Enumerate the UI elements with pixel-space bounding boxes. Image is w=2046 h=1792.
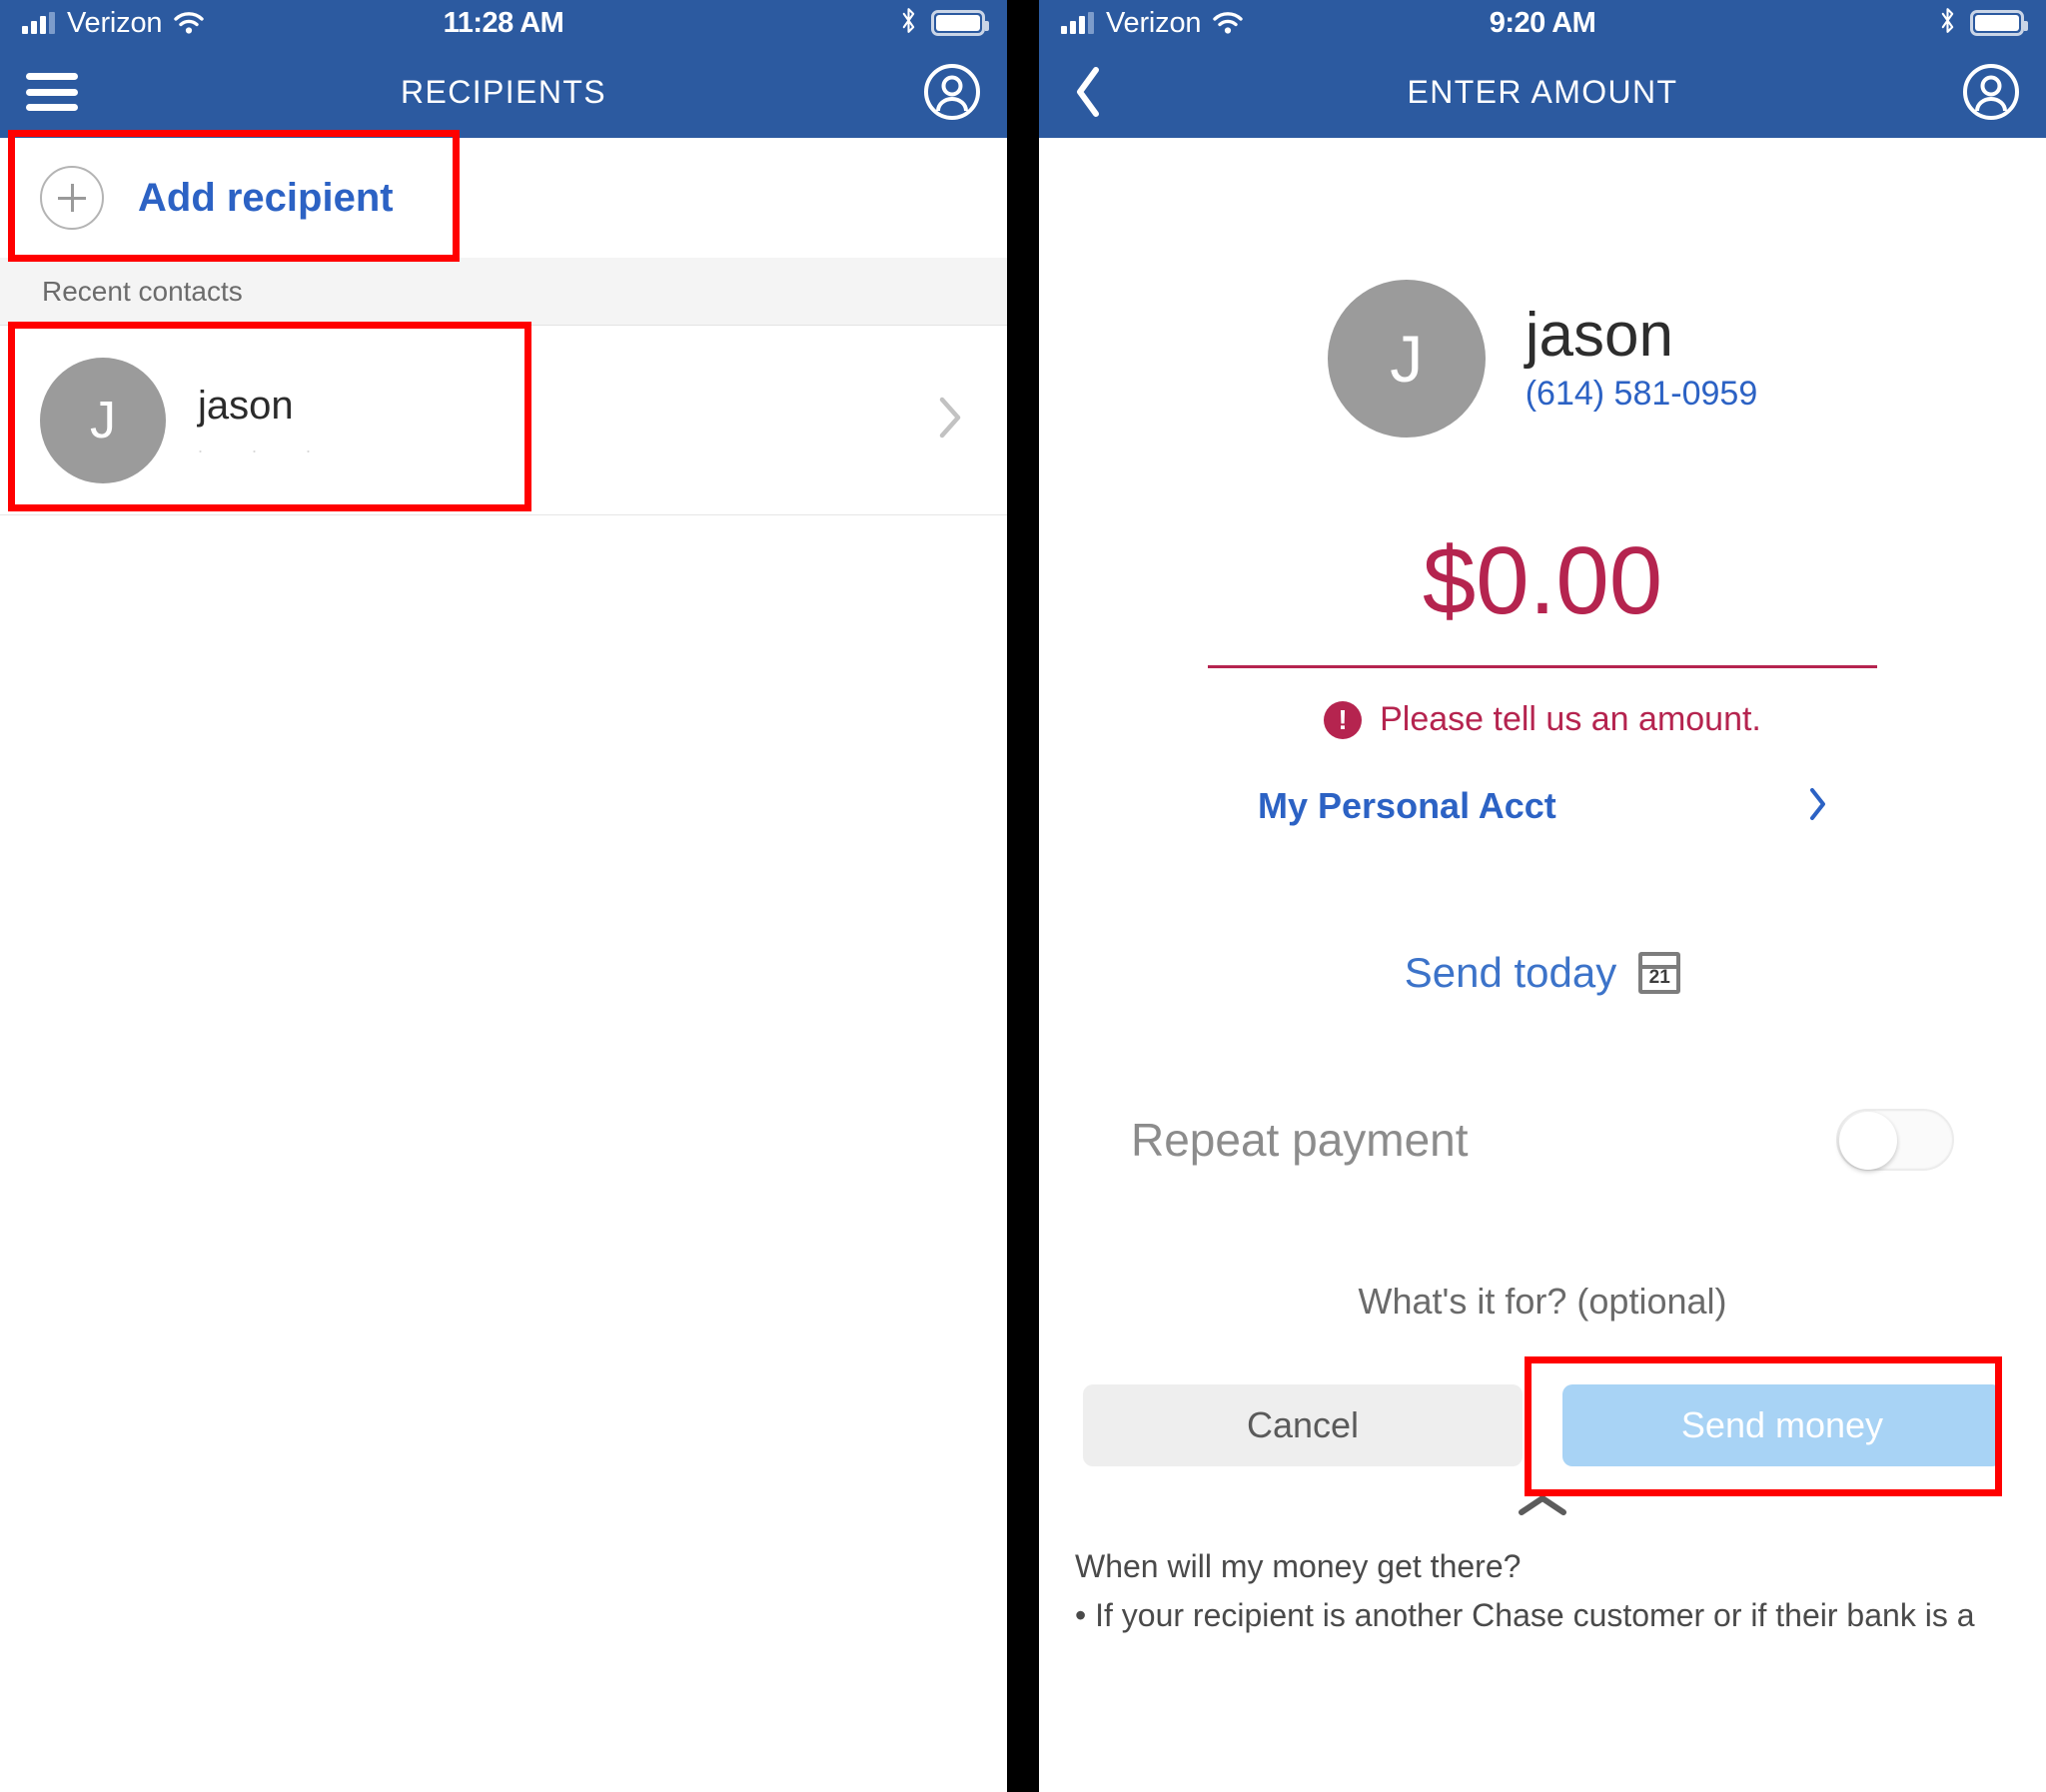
amount-underline	[1208, 665, 1877, 668]
amount-input[interactable]: $0.00	[1039, 533, 2046, 629]
wifi-icon	[1213, 12, 1244, 34]
repeat-payment-toggle[interactable]	[1836, 1109, 1954, 1171]
right-phone-screen: Verizon 9:20 AM ENTER AMOUNT J jason (61…	[1039, 0, 2046, 1792]
repeat-payment-row: Repeat payment	[1131, 1109, 1954, 1171]
carrier-label: Verizon	[1106, 6, 1202, 39]
wifi-icon	[174, 12, 205, 34]
bluetooth-icon	[1939, 7, 1956, 39]
bluetooth-icon	[900, 7, 917, 39]
error-text: Please tell us an amount.	[1380, 700, 1761, 738]
payee-name: jason	[1525, 300, 1673, 370]
contacts-list: J jason . . .	[0, 322, 1007, 515]
add-recipient-label: Add recipient	[138, 175, 394, 220]
plus-circle-icon	[40, 166, 104, 230]
contact-subtitle: . . .	[198, 436, 334, 456]
exclamation-circle-icon: !	[1324, 700, 1363, 739]
page-title: ENTER AMOUNT	[1407, 73, 1678, 110]
contact-meta: jason . . .	[198, 384, 333, 457]
recent-contacts-label: Recent contacts	[42, 275, 243, 307]
memo-input[interactable]: What's it for? (optional)	[1039, 1281, 2046, 1323]
left-nav-bar: RECIPIENTS	[0, 46, 1007, 138]
send-money-button[interactable]: Send money	[1562, 1384, 2002, 1466]
cellular-signal-icon	[1061, 12, 1094, 34]
hamburger-menu-icon[interactable]	[26, 73, 78, 111]
chevron-up-icon[interactable]	[1517, 1492, 1568, 1518]
table-row[interactable]: J jason . . .	[0, 326, 1007, 515]
carrier-label: Verizon	[67, 6, 163, 39]
avatar: J	[1327, 280, 1486, 438]
account-label: My Personal Acct	[1258, 785, 1556, 826]
add-recipient-section: Add recipient	[0, 130, 1007, 262]
status-right-group	[900, 7, 989, 39]
battery-full-icon	[931, 10, 989, 36]
recent-contacts-header: Recent contacts	[0, 258, 1007, 326]
send-date-label: Send today	[1404, 949, 1617, 996]
right-status-bar: Verizon 9:20 AM	[1039, 0, 2046, 46]
send-date-selector[interactable]: Send today 21	[1039, 949, 2046, 997]
chevron-right-icon	[937, 396, 963, 445]
payee-summary: J jason (614) 581-0959	[1039, 138, 2046, 438]
enter-amount-body: J jason (614) 581-0959 $0.00 ! Please te…	[1039, 138, 2046, 1792]
user-profile-icon[interactable]	[923, 63, 981, 121]
footer-bullet: • If your recipient is another Chase cus…	[1075, 1597, 1975, 1633]
contact-name: jason	[198, 383, 294, 428]
footer-help-text: When will my money get there? • If your …	[1039, 1518, 2046, 1634]
dual-screenshot-container: Verizon 11:28 AM RECIPIENTS Add recipien…	[0, 0, 2046, 1792]
calendar-day-number: 21	[1648, 967, 1670, 988]
battery-full-icon	[1970, 10, 2028, 36]
left-status-bar: Verizon 11:28 AM	[0, 0, 1007, 46]
footer-question: When will my money get there?	[1075, 1548, 1522, 1584]
status-left-group: Verizon	[1061, 6, 1244, 40]
toggle-knob	[1839, 1112, 1897, 1170]
user-profile-icon[interactable]	[1962, 63, 2020, 121]
cancel-button[interactable]: Cancel	[1083, 1384, 1523, 1466]
left-phone-screen: Verizon 11:28 AM RECIPIENTS Add recipien…	[0, 0, 1007, 1792]
add-recipient-button[interactable]: Add recipient	[0, 138, 1007, 258]
calendar-icon: 21	[1638, 952, 1681, 994]
status-right-group	[1939, 7, 2028, 39]
amount-section: $0.00 ! Please tell us an amount.	[1039, 533, 2046, 739]
repeat-payment-label: Repeat payment	[1131, 1114, 1469, 1166]
status-left-group: Verizon	[22, 6, 205, 40]
cellular-signal-icon	[22, 12, 55, 34]
right-nav-bar: ENTER AMOUNT	[1039, 46, 2046, 138]
chevron-right-icon	[1807, 787, 1827, 826]
account-selector[interactable]: My Personal Acct	[1258, 785, 1827, 827]
amount-error-message: ! Please tell us an amount.	[1039, 700, 2046, 739]
chevron-left-icon[interactable]	[1065, 64, 1111, 120]
action-buttons: Cancel Send money	[1039, 1356, 2046, 1496]
page-title: RECIPIENTS	[400, 73, 607, 110]
avatar: J	[40, 357, 166, 483]
payee-phone[interactable]: (614) 581-0959	[1526, 375, 1758, 414]
screen-divider	[1007, 0, 1039, 1792]
payee-text: jason (614) 581-0959	[1525, 300, 1758, 414]
